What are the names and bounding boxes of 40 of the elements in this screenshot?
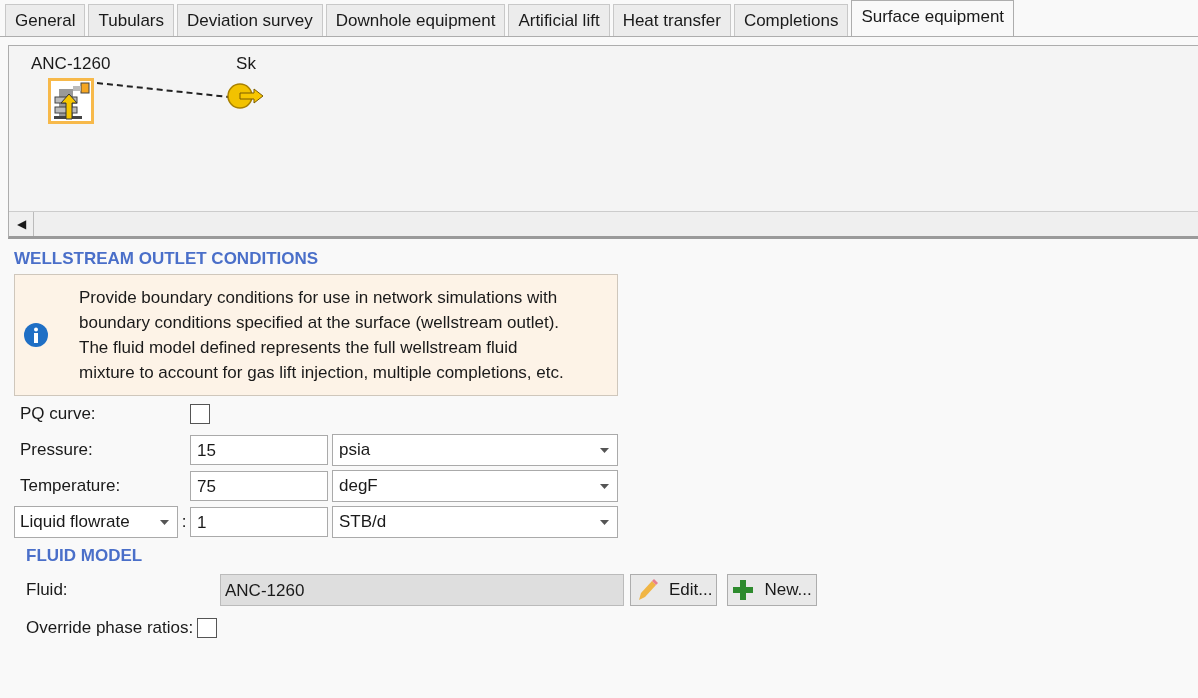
caret-icon	[600, 447, 609, 453]
tab[interactable]: Downhole equipment	[325, 4, 506, 36]
field-label: Pressure:	[19, 440, 94, 460]
info-icon	[23, 322, 49, 348]
field-label: PQ curve:	[19, 404, 97, 424]
tab[interactable]: Artificial lift	[508, 4, 610, 36]
field-label: Fluid:	[25, 580, 69, 600]
caret-icon	[600, 483, 609, 489]
tab[interactable]: Heat transfer	[612, 4, 731, 36]
edit-button[interactable]: Edit...	[630, 574, 718, 606]
checkbox[interactable]	[197, 618, 218, 638]
colon-separator: :	[180, 512, 188, 532]
caret-icon	[160, 519, 169, 525]
tab[interactable]: Completions	[733, 4, 849, 36]
section-heading: WELLSTREAM OUTLET CONDITIONS	[14, 249, 320, 269]
unit-dropdown[interactable]: psia	[332, 434, 618, 466]
fluid-field: ANC-1260	[220, 574, 624, 606]
quantity-dropdown[interactable]: Liquid flowrate	[14, 506, 178, 538]
unit-dropdown[interactable]: STB/d	[332, 506, 618, 538]
sink-icon	[226, 81, 266, 111]
section-heading: FLUID MODEL	[26, 546, 144, 566]
tab[interactable]: Deviation survey	[177, 4, 323, 36]
node-frame[interactable]	[47, 78, 94, 124]
node-label: ANC-1260	[31, 54, 111, 74]
unit-dropdown[interactable]: degF	[332, 470, 618, 502]
info-text: Provide boundary conditions for use in network simulations with boundary conditions specified at the surface (wellstream outlet). The fluid model defined represents the full wellstream fluid mixture to account for gas lift injection, multiple completions, etc.	[79, 287, 565, 384]
tab[interactable]: Tubulars	[88, 4, 174, 36]
node-label: Sk	[236, 54, 256, 74]
tab[interactable]: Surface equipment	[851, 0, 1015, 36]
value-field[interactable]: 1	[190, 507, 328, 537]
tab[interactable]: General	[5, 4, 86, 36]
value-field[interactable]: 75	[190, 471, 328, 501]
value-field[interactable]: 15	[190, 435, 328, 465]
caret-icon	[600, 519, 609, 525]
new-button[interactable]: New...	[727, 574, 817, 606]
horizontal-scrollbar[interactable]: ◀	[9, 211, 1198, 236]
field-label: Temperature:	[19, 476, 122, 496]
field-label: Override phase ratios:	[26, 618, 194, 638]
plus-icon	[732, 579, 755, 601]
checkbox[interactable]	[190, 404, 210, 424]
